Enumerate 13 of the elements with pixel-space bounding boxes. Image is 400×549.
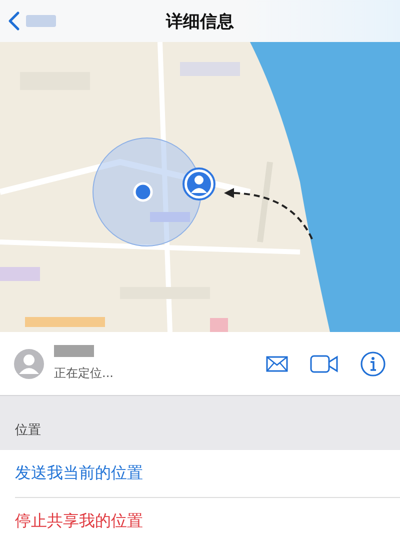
location-dot-icon <box>133 182 153 202</box>
avatar-icon <box>14 348 44 378</box>
contact-pin-icon[interactable] <box>182 167 216 201</box>
info-icon[interactable] <box>360 350 386 376</box>
window-title: 详细信息 <box>166 10 234 32</box>
back-icon[interactable] <box>8 11 20 31</box>
location-status: 正在定位... <box>54 365 114 382</box>
section-header: 位置 <box>15 422 41 439</box>
stop-sharing-button[interactable]: 停止共享我的位置 <box>0 498 400 545</box>
mail-icon[interactable] <box>266 356 288 372</box>
action-button[interactable]: 发送我当前的位置 <box>0 450 400 497</box>
video-icon[interactable] <box>310 354 338 372</box>
blurred-contact-name <box>54 345 94 357</box>
